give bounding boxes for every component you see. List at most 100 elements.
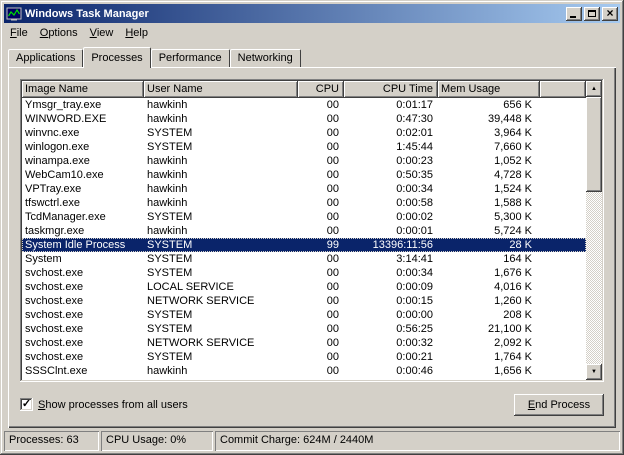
column-header-image[interactable]: Image Name [22,81,144,98]
process-row[interactable]: SystemSYSTEM003:14:41164 K [22,252,586,266]
cell-mem: 1,764 K [438,350,540,364]
column-header-time[interactable]: CPU Time [344,81,438,98]
cell-time: 0:00:34 [344,266,438,280]
process-row[interactable]: WebCam10.exehawkinh000:50:354,728 K [22,168,586,182]
menu-file[interactable]: File [4,25,34,41]
cell-mem: 1,524 K [438,182,540,196]
cell-mem: 1,260 K [438,294,540,308]
menu-view[interactable]: View [84,25,120,41]
cell-user: SYSTEM [144,140,298,154]
process-row[interactable]: TcdManager.exeSYSTEM000:00:025,300 K [22,210,586,224]
end-process-button[interactable]: End Process [514,394,604,416]
cell-filler [540,294,586,308]
column-header-cpu[interactable]: CPU [298,81,344,98]
checkbox-box[interactable]: ✓ [20,398,33,411]
cell-image: svchost.exe [22,336,144,350]
cell-image: svchost.exe [22,266,144,280]
cell-time: 1:45:44 [344,140,438,154]
scrollbar-track[interactable] [586,97,602,364]
process-row[interactable]: WINWORD.EXEhawkinh000:47:3039,448 K [22,112,586,126]
minimize-button[interactable] [566,7,582,21]
process-row[interactable]: svchost.exeSYSTEM000:56:2521,100 K [22,322,586,336]
cell-image: WINWORD.EXE [22,112,144,126]
menu-options[interactable]: Options [34,25,84,41]
process-row[interactable]: VPTray.exehawkinh000:00:341,524 K [22,182,586,196]
cell-time: 0:00:15 [344,294,438,308]
close-button[interactable]: × [602,7,618,21]
process-row[interactable]: winampa.exehawkinh000:00:231,052 K [22,154,586,168]
process-row[interactable]: taskmgr.exehawkinh000:00:015,724 K [22,224,586,238]
cell-filler [540,224,586,238]
tab-applications[interactable]: Applications [8,49,83,67]
cell-mem: 1,052 K [438,154,540,168]
process-row[interactable]: SSSClnt.exehawkinh000:00:461,656 K [22,364,586,378]
cell-mem: 656 K [438,98,540,112]
cell-image: svchost.exe [22,280,144,294]
process-row[interactable]: svchost.exeNETWORK SERVICE000:00:322,092… [22,336,586,350]
cell-time: 0:00:46 [344,364,438,378]
process-row[interactable]: svchost.exeSYSTEM000:00:00208 K [22,308,586,322]
column-header-mem[interactable]: Mem Usage [438,81,540,98]
cell-image: taskmgr.exe [22,224,144,238]
cell-cpu: 00 [298,252,344,266]
checkmark-icon: ✓ [22,399,31,410]
menu-help[interactable]: Help [119,25,154,41]
cell-filler [540,168,586,182]
cell-mem: 4,728 K [438,168,540,182]
status-bar: Processes: 63 CPU Usage: 0% Commit Charg… [4,431,620,451]
show-all-users-checkbox[interactable]: ✓ Show processes from all users [20,398,188,411]
cell-mem: 4,016 K [438,280,540,294]
process-row[interactable]: svchost.exeSYSTEM000:00:341,676 K [22,266,586,280]
cell-image: winampa.exe [22,154,144,168]
cell-cpu: 00 [298,126,344,140]
cell-user: SYSTEM [144,126,298,140]
vertical-scrollbar[interactable]: ▲ ▼ [586,81,602,380]
cell-mem: 3,964 K [438,126,540,140]
cell-filler [540,112,586,126]
cell-time: 0:01:17 [344,98,438,112]
tab-networking[interactable]: Networking [230,49,301,67]
panel-footer: ✓ Show processes from all users End Proc… [20,393,604,416]
cell-cpu: 00 [298,336,344,350]
cell-image: TcdManager.exe [22,210,144,224]
cell-user: hawkinh [144,112,298,126]
process-row[interactable]: winvnc.exeSYSTEM000:02:013,964 K [22,126,586,140]
cell-time: 0:47:30 [344,112,438,126]
tab-processes[interactable]: Processes [83,47,150,68]
cell-filler [540,182,586,196]
cell-time: 0:56:25 [344,322,438,336]
scroll-up-button[interactable]: ▲ [586,81,602,97]
cell-time: 0:02:01 [344,126,438,140]
tab-strip: ApplicationsProcessesPerformanceNetworki… [8,46,620,67]
cell-image: SSSClnt.exe [22,364,144,378]
process-row[interactable]: svchost.exeNETWORK SERVICE000:00:151,260… [22,294,586,308]
process-row[interactable]: winlogon.exeSYSTEM001:45:447,660 K [22,140,586,154]
checkbox-label: Show processes from all users [38,399,188,411]
cell-filler [540,126,586,140]
process-row[interactable]: Ymsgr_tray.exehawkinh000:01:17656 K [22,98,586,112]
tab-performance[interactable]: Performance [151,49,230,67]
cell-image: svchost.exe [22,322,144,336]
scrollbar-thumb[interactable] [586,97,602,192]
app-icon[interactable] [6,6,22,22]
cell-time: 3:14:41 [344,252,438,266]
cell-user: SYSTEM [144,322,298,336]
title-bar-left: Windows Task Manager [6,6,149,22]
cell-cpu: 00 [298,224,344,238]
cell-user: SYSTEM [144,266,298,280]
cell-mem: 164 K [438,252,540,266]
cell-time: 0:00:00 [344,308,438,322]
title-bar[interactable]: Windows Task Manager × [4,4,620,23]
process-row[interactable]: svchost.exeLOCAL SERVICE000:00:094,016 K [22,280,586,294]
column-header-user[interactable]: User Name [144,81,298,98]
process-row[interactable]: tfswctrl.exehawkinh000:00:581,588 K [22,196,586,210]
maximize-button[interactable] [584,7,600,21]
cell-time: 0:00:09 [344,280,438,294]
cell-cpu: 00 [298,182,344,196]
process-row[interactable]: System Idle ProcessSYSTEM9913396:11:5628… [22,238,586,252]
cell-filler [540,308,586,322]
process-row[interactable]: svchost.exeSYSTEM000:00:211,764 K [22,350,586,364]
cell-user: hawkinh [144,182,298,196]
scroll-down-button[interactable]: ▼ [586,364,602,380]
cell-cpu: 00 [298,294,344,308]
